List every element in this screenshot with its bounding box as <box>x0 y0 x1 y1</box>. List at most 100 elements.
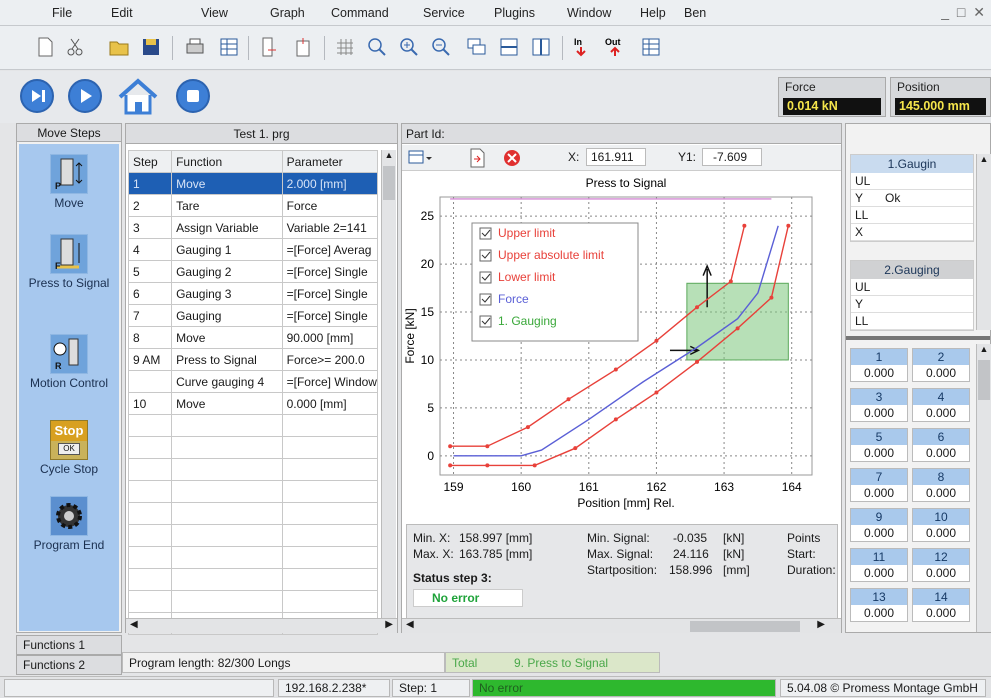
col-function[interactable]: Function <box>171 150 283 173</box>
menu-plugins[interactable]: Plugins <box>494 6 535 20</box>
tab-press-to-signal[interactable]: 9. Press to Signal <box>514 656 608 670</box>
cell-empty[interactable] <box>171 524 283 547</box>
tab-functions-1[interactable]: Functions 1 <box>16 635 122 655</box>
program-vertical-scrollbar[interactable]: ▲ <box>381 150 396 618</box>
cell-parameter[interactable]: =[Force] Single <box>281 260 379 283</box>
cell-step[interactable]: 1 <box>127 172 173 195</box>
table-row[interactable]: 9 AM Press to Signal Force>= 200.0 <box>127 348 379 371</box>
cascade-windows-icon[interactable] <box>466 36 488 58</box>
step-press-to-signal[interactable]: F Press to Signal <box>19 234 119 290</box>
table-row-empty[interactable] <box>127 590 379 613</box>
cell-parameter[interactable]: =[Force] Single <box>281 304 379 327</box>
gauging-scrollbar[interactable]: ▲ <box>976 154 991 330</box>
result-cell[interactable]: 5 0.000 <box>850 428 908 462</box>
cell-empty[interactable] <box>171 546 283 569</box>
new-file-icon[interactable] <box>34 36 56 58</box>
scroll-left-arrow-icon[interactable]: ◀ <box>130 619 138 630</box>
scroll-thumb[interactable] <box>383 166 395 200</box>
table-row[interactable]: Curve gauging 4 =[Force] Window <box>127 370 379 393</box>
chart-scroll-left-icon[interactable]: ◀ <box>406 619 414 630</box>
step-move[interactable]: P Move <box>19 154 119 210</box>
cell-empty[interactable] <box>171 502 283 525</box>
cell-empty[interactable] <box>171 436 283 459</box>
cell-empty[interactable] <box>281 502 379 525</box>
cell-parameter[interactable]: 0.000 [mm] <box>281 392 379 415</box>
table-row[interactable]: 2 Tare Force <box>127 194 379 217</box>
result-cell[interactable]: 4 0.000 <box>912 388 970 422</box>
table-row[interactable]: 10 Move 0.000 [mm] <box>127 392 379 415</box>
scroll-right-arrow-icon[interactable]: ▶ <box>385 619 393 630</box>
cell-empty[interactable] <box>171 568 283 591</box>
result-cell[interactable]: 11 0.000 <box>850 548 908 582</box>
open-folder-icon[interactable] <box>108 36 130 58</box>
paste-step-icon[interactable] <box>292 36 314 58</box>
cell-empty[interactable] <box>171 414 283 437</box>
table-row[interactable]: 1 Move 2.000 [mm] <box>127 172 379 195</box>
cell-empty[interactable] <box>127 414 173 437</box>
cell-step[interactable] <box>127 370 173 393</box>
cell-function[interactable]: Tare <box>171 194 283 217</box>
result-cell[interactable]: 8 0.000 <box>912 468 970 502</box>
export-out-icon[interactable]: Out <box>604 36 626 58</box>
step-motion-control[interactable]: R Motion Control <box>19 334 119 390</box>
move-steps-header[interactable]: Move Steps <box>17 124 121 142</box>
cut-icon[interactable] <box>64 36 86 58</box>
home-icon[interactable] <box>116 77 160 117</box>
table-row-empty[interactable] <box>127 546 379 569</box>
menu-service[interactable]: Service <box>423 6 465 20</box>
cell-step[interactable]: 2 <box>127 194 173 217</box>
result-cell[interactable]: 9 0.000 <box>850 508 908 542</box>
menu-ben[interactable]: Ben <box>684 6 706 20</box>
table-row-empty[interactable] <box>127 502 379 525</box>
cell-function[interactable]: Gauging 2 <box>171 260 283 283</box>
cell-empty[interactable] <box>281 524 379 547</box>
tab-functions-2[interactable]: Functions 2 <box>16 655 122 675</box>
result-cell[interactable]: 14 0.000 <box>912 588 970 622</box>
cell-empty[interactable] <box>127 524 173 547</box>
cell-empty[interactable] <box>281 458 379 481</box>
col-parameter[interactable]: Parameter <box>281 150 379 173</box>
table-row-empty[interactable] <box>127 524 379 547</box>
table-row[interactable]: 3 Assign Variable Variable 2=141 <box>127 216 379 239</box>
menu-window[interactable]: Window <box>567 6 611 20</box>
cell-empty[interactable] <box>171 458 283 481</box>
result-cell[interactable]: 6 0.000 <box>912 428 970 462</box>
import-in-icon[interactable]: In <box>570 36 592 58</box>
cell-function[interactable]: Move <box>171 172 283 195</box>
table-row-empty[interactable] <box>127 414 379 437</box>
cell-function[interactable]: Gauging 1 <box>171 238 283 261</box>
cell-empty[interactable] <box>127 546 173 569</box>
chart-horizontal-scrollbar[interactable]: ◀ ▶ <box>402 618 841 633</box>
splitter[interactable] <box>846 336 990 340</box>
menu-help[interactable]: Help <box>640 6 666 20</box>
cell-empty[interactable] <box>281 568 379 591</box>
step-cycle-stop[interactable]: Stop OK Cycle Stop <box>19 420 119 476</box>
cell-step[interactable]: 4 <box>127 238 173 261</box>
cell-function[interactable]: Move <box>171 326 283 349</box>
menu-edit[interactable]: Edit <box>111 6 133 20</box>
table-row-empty[interactable] <box>127 436 379 459</box>
cell-parameter[interactable]: =[Force] Window <box>281 370 379 393</box>
table-row-empty[interactable] <box>127 458 379 481</box>
menu-command[interactable]: Command <box>331 6 389 20</box>
table-row[interactable]: 5 Gauging 2 =[Force] Single <box>127 260 379 283</box>
chart-view-dropdown-icon[interactable] <box>408 148 432 168</box>
cell-function[interactable]: Curve gauging 4 <box>171 370 283 393</box>
menu-view[interactable]: View <box>201 6 228 20</box>
tab-total[interactable]: Total <box>452 656 477 670</box>
cell-parameter[interactable]: 90.000 [mm] <box>281 326 379 349</box>
scroll-up-arrow-icon[interactable]: ▲ <box>382 150 396 164</box>
menu-graph[interactable]: Graph <box>270 6 305 20</box>
step-forward-button[interactable] <box>20 79 54 113</box>
cell-empty[interactable] <box>127 568 173 591</box>
chart-scroll-right-icon[interactable]: ▶ <box>817 619 825 630</box>
cell-function[interactable]: Gauging 3 <box>171 282 283 305</box>
zoom-in-icon[interactable] <box>398 36 420 58</box>
cell-empty[interactable] <box>281 480 379 503</box>
result-cell[interactable]: 12 0.000 <box>912 548 970 582</box>
cell-parameter[interactable]: Force <box>281 194 379 217</box>
program-horizontal-scrollbar[interactable]: ◀ ▶ <box>126 618 397 633</box>
cell-empty[interactable] <box>127 590 173 613</box>
result-cell[interactable]: 3 0.000 <box>850 388 908 422</box>
cell-step[interactable]: 10 <box>127 392 173 415</box>
